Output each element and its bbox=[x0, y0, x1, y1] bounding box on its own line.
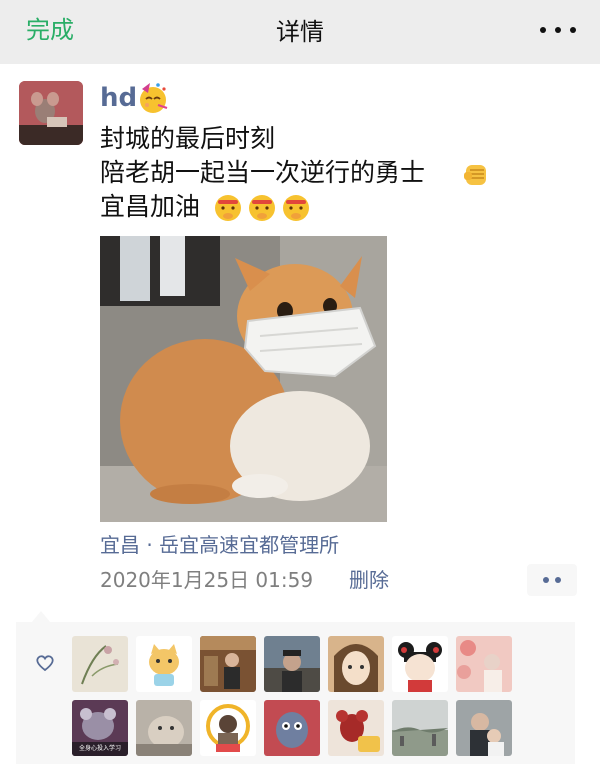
shushing-face-icon bbox=[215, 195, 241, 221]
more-icon[interactable] bbox=[540, 24, 576, 36]
avatar[interactable] bbox=[19, 81, 83, 145]
post-text-line: 宜昌加油 bbox=[100, 192, 201, 221]
nav-bar: 完成 详情 bbox=[0, 0, 600, 64]
post-timestamp: 2020年1月25日 01:59 bbox=[100, 568, 314, 592]
like-avatar[interactable] bbox=[136, 700, 192, 756]
like-avatar[interactable] bbox=[200, 636, 256, 692]
likes-pointer bbox=[32, 611, 50, 622]
post-photo[interactable] bbox=[100, 236, 387, 522]
like-avatar[interactable] bbox=[392, 636, 448, 692]
like-avatar[interactable] bbox=[72, 636, 128, 692]
username[interactable]: hd bbox=[100, 82, 137, 114]
page-title: 详情 bbox=[276, 18, 324, 46]
like-avatar[interactable]: 全身心投入学习 bbox=[72, 700, 128, 756]
delete-button[interactable]: 删除 bbox=[349, 565, 389, 595]
like-avatar[interactable] bbox=[328, 636, 384, 692]
post-text-line: 陪老胡一起当一次逆行的勇士 bbox=[100, 158, 426, 187]
heart-icon bbox=[36, 655, 54, 672]
comment-like-button[interactable] bbox=[527, 564, 577, 596]
like-avatar[interactable] bbox=[136, 636, 192, 692]
like-avatar[interactable] bbox=[328, 700, 384, 756]
post-text-line: 封城的最后时刻 bbox=[100, 124, 276, 153]
like-avatar[interactable] bbox=[264, 636, 320, 692]
shushing-face-icon bbox=[249, 195, 275, 221]
like-avatar[interactable] bbox=[264, 700, 320, 756]
fist-icon bbox=[464, 165, 486, 185]
party-face-icon bbox=[140, 83, 168, 113]
like-avatar[interactable] bbox=[392, 700, 448, 756]
like-avatar[interactable] bbox=[456, 700, 512, 756]
like-avatar-caption: 全身心投入学习 bbox=[78, 745, 121, 752]
location-link[interactable]: 宜昌 · 岳宜高速宜都管理所 bbox=[100, 530, 339, 560]
likes-panel: 全身心投入学习 bbox=[16, 622, 575, 764]
done-button[interactable]: 完成 bbox=[26, 14, 74, 46]
like-avatar[interactable] bbox=[200, 700, 256, 756]
like-avatar[interactable] bbox=[456, 636, 512, 692]
shushing-face-icon bbox=[283, 195, 309, 221]
